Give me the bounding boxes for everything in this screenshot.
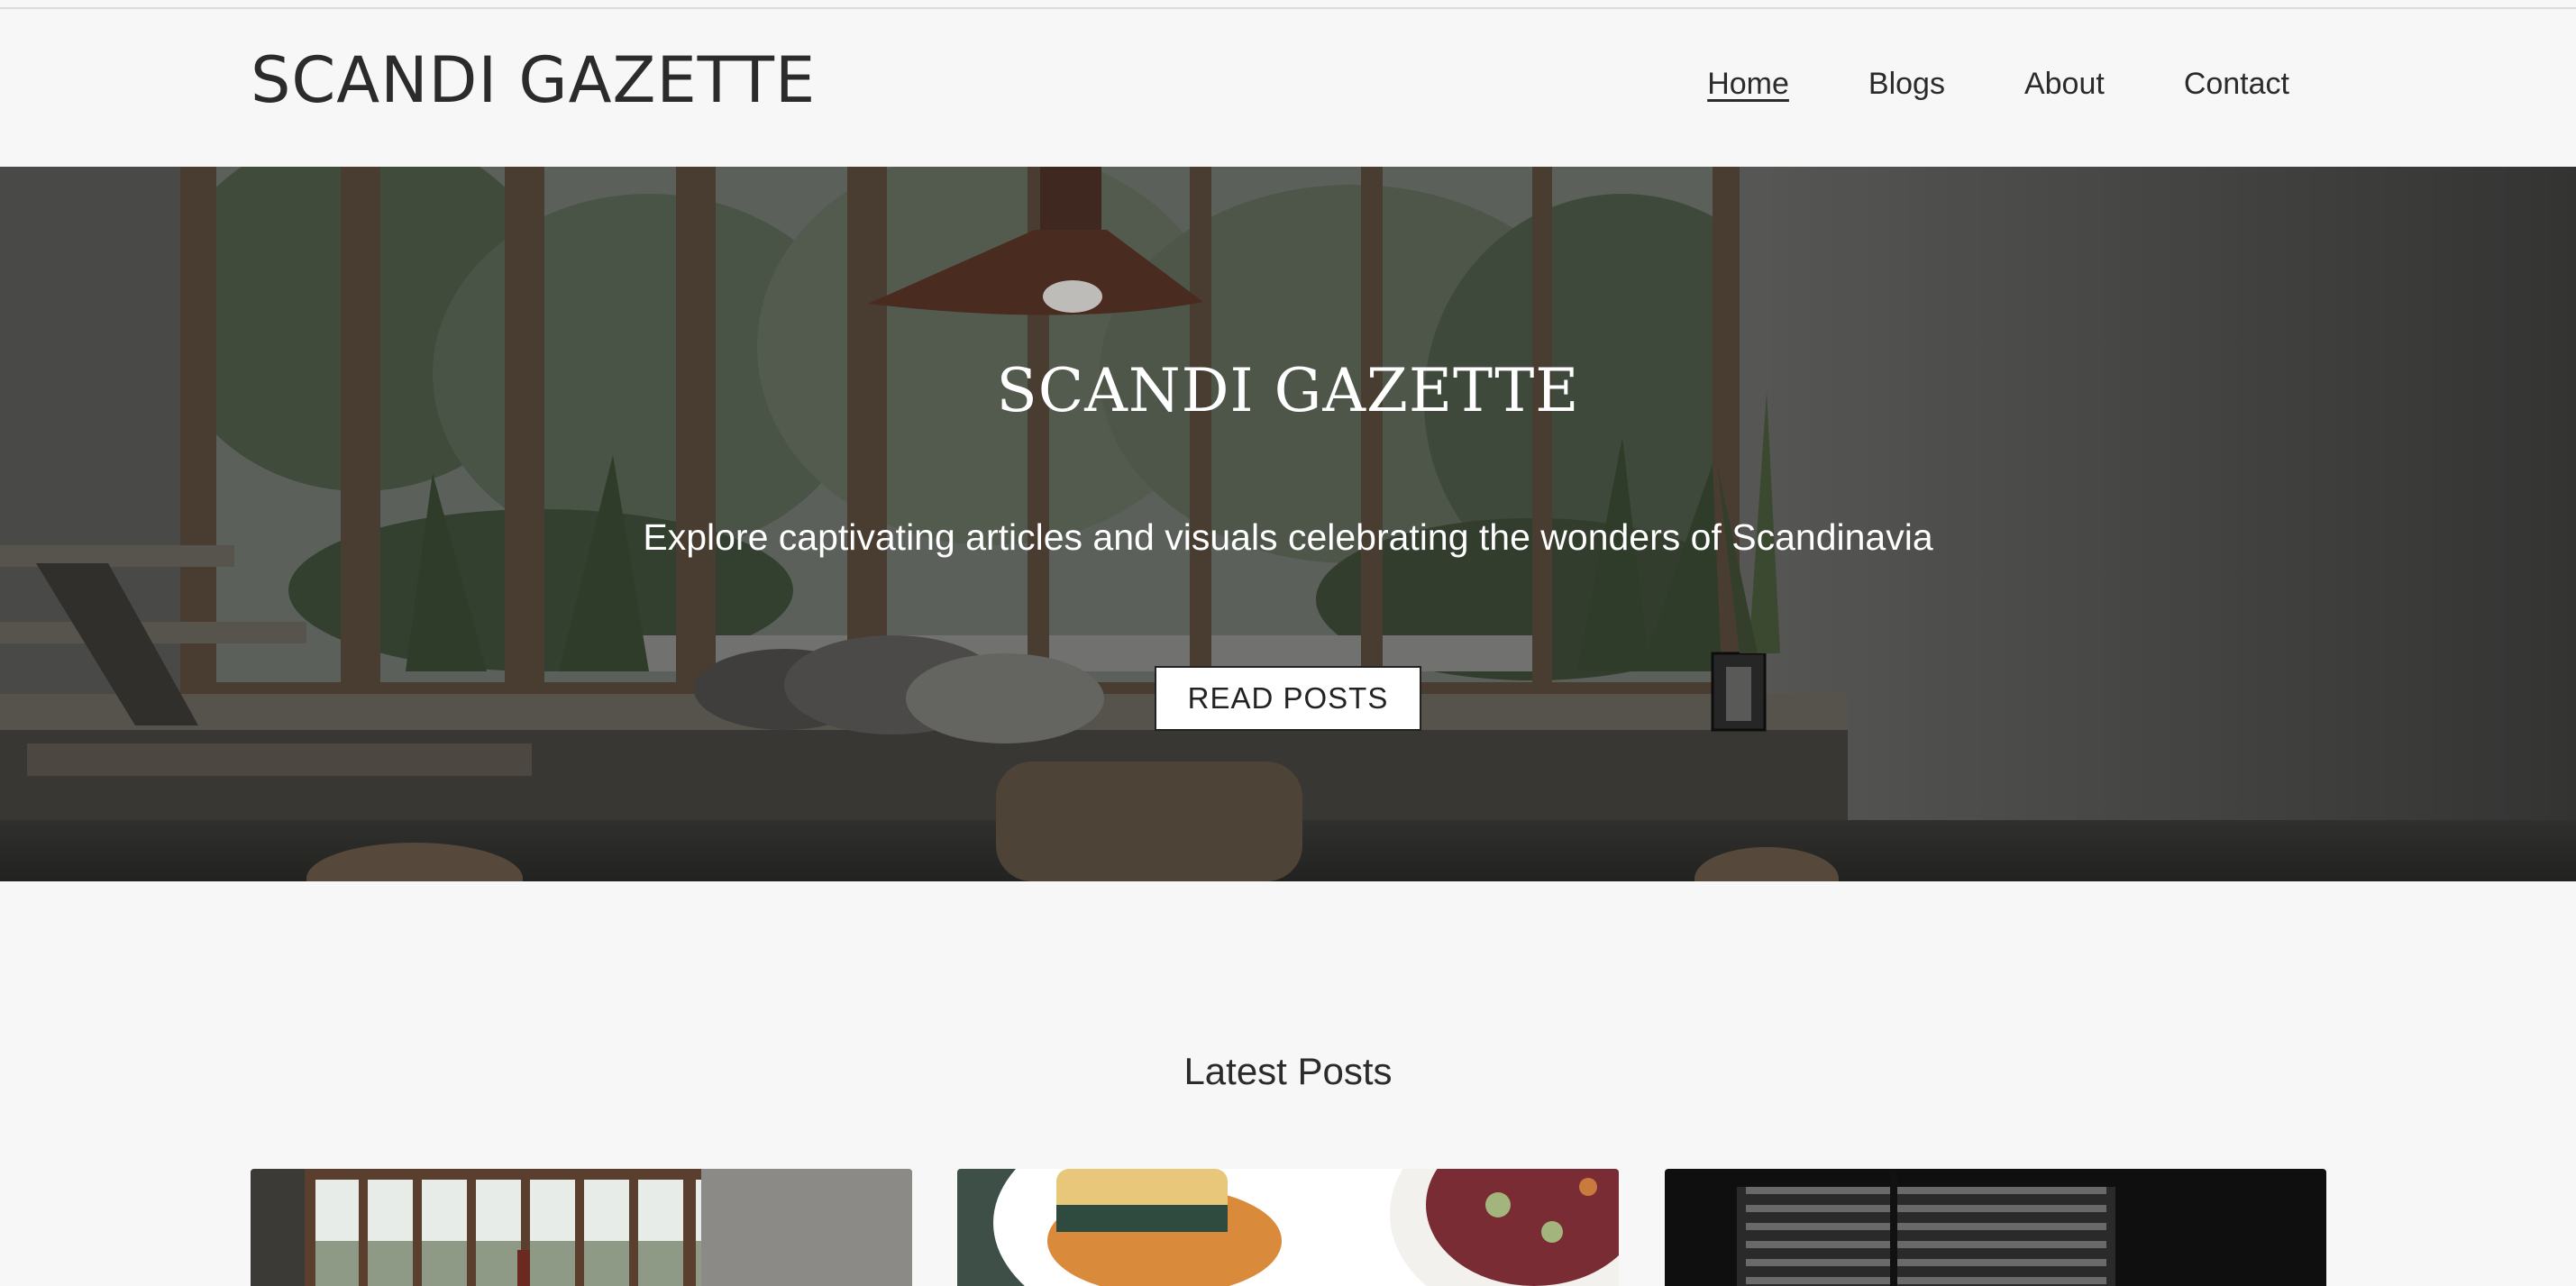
hero-banner: SCANDI GAZETTE Explore captivating artic…	[0, 167, 2576, 881]
nav-blogs[interactable]: Blogs	[1868, 67, 1945, 102]
hero-title: SCANDI GAZETTE	[996, 356, 1580, 425]
top-divider	[0, 7, 2576, 9]
nav-about[interactable]: About	[2024, 67, 2105, 102]
site-logo[interactable]: SCANDI GAZETTE	[251, 43, 816, 117]
latest-posts-heading: Latest Posts	[1183, 1050, 1393, 1092]
nav-contact[interactable]: Contact	[2184, 67, 2289, 102]
read-posts-button[interactable]: READ POSTS	[1155, 666, 1421, 731]
hero-subtitle: Explore captivating articles and visuals…	[643, 516, 1933, 558]
nav-home[interactable]: Home	[1707, 67, 1789, 102]
main-nav: Home Blogs About Contact	[1707, 67, 2289, 102]
site-header: SCANDI GAZETTE Home Blogs About Contact	[0, 0, 2576, 167]
